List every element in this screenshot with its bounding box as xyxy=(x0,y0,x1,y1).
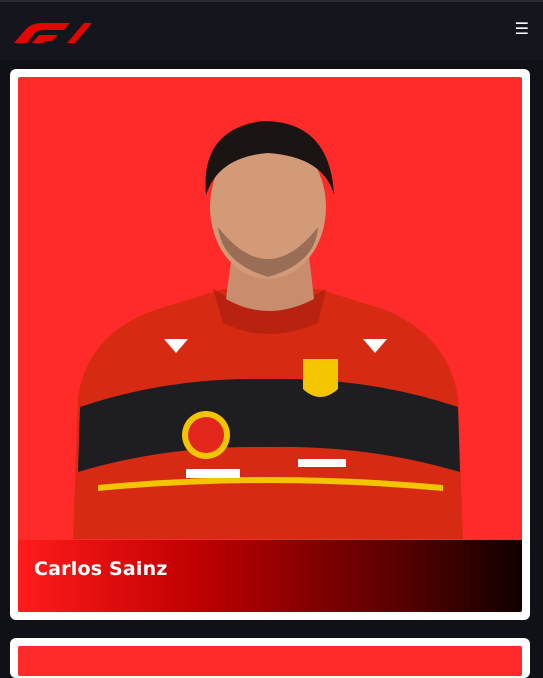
f1-logo-icon[interactable] xyxy=(12,19,94,43)
menu-icon[interactable]: ☰ xyxy=(515,18,529,40)
top-navbar: ☰ xyxy=(0,0,543,60)
driver-portrait-image xyxy=(73,121,463,539)
driver-name-bar: Carlos Sainz xyxy=(18,540,522,612)
driver-card-next[interactable] xyxy=(10,638,530,678)
driver-card[interactable]: Carlos Sainz xyxy=(10,69,530,620)
driver-photo: Carlos Sainz xyxy=(18,77,522,612)
driver-name: Carlos Sainz xyxy=(34,558,168,580)
driver-photo-next xyxy=(18,646,522,676)
